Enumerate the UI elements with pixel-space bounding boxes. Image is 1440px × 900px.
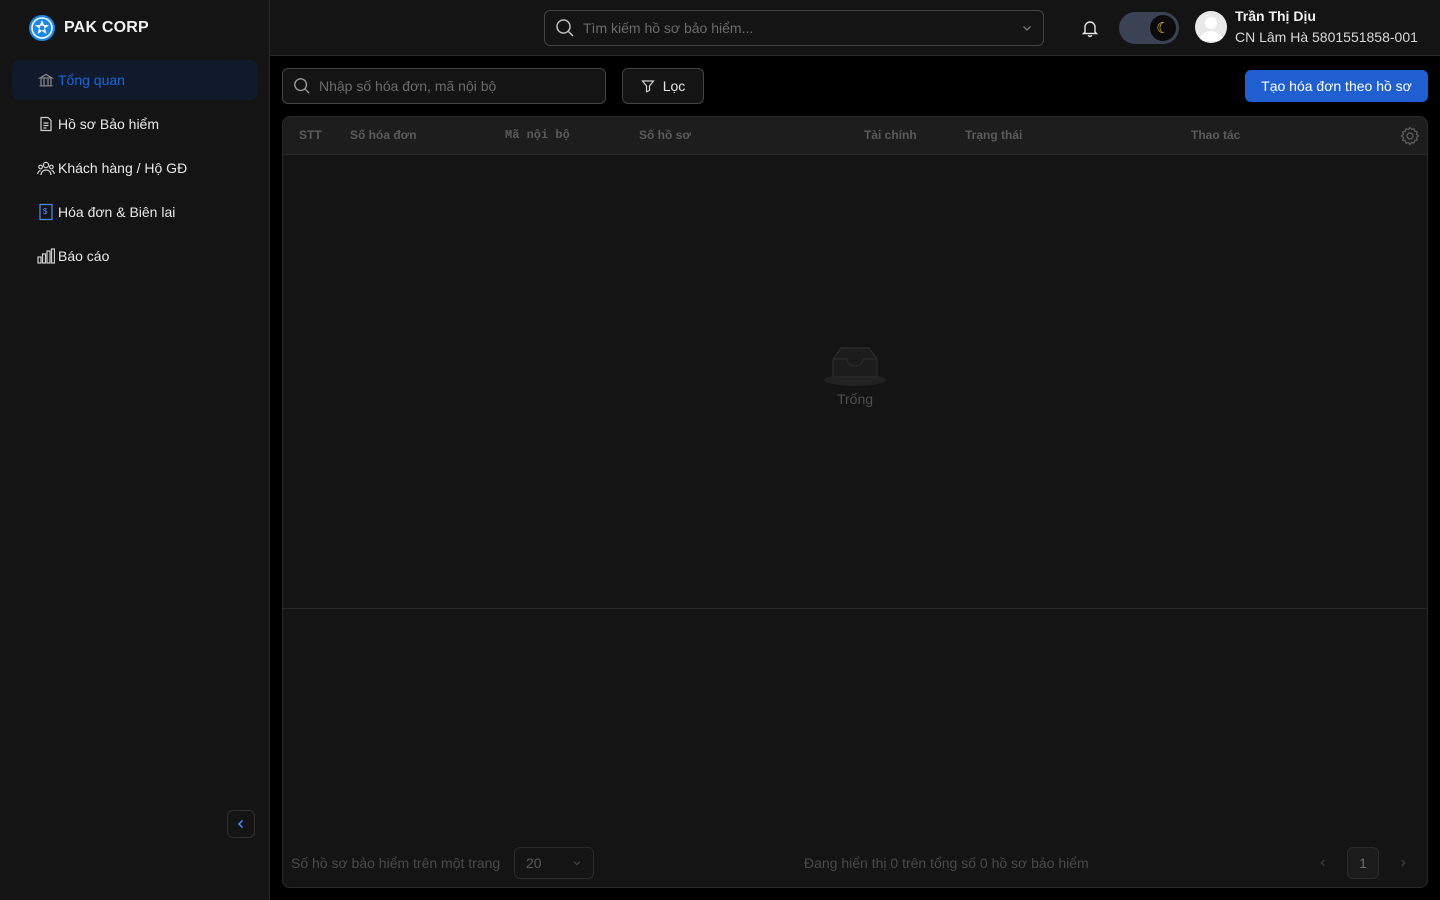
page-size-label: Số hồ sơ bảo hiểm trên một trang bbox=[291, 855, 501, 871]
page-size-select[interactable]: 20 bbox=[514, 847, 594, 879]
pagination-summary: Đang hiển thị 0 trên tổng số 0 hồ sơ bảo… bbox=[804, 855, 1089, 871]
invoice-search[interactable] bbox=[282, 68, 606, 104]
users-icon bbox=[36, 158, 56, 178]
empty-inbox-icon bbox=[824, 347, 886, 386]
sidebar-item-reports[interactable]: Báo cáo bbox=[12, 236, 258, 276]
user-icon bbox=[1199, 17, 1223, 41]
sidebar-item-customers[interactable]: Khách hàng / Hộ GĐ bbox=[12, 148, 258, 188]
user-organization: CN Lâm Hà 5801551858-001 bbox=[1235, 29, 1418, 45]
filter-icon bbox=[640, 80, 655, 93]
filter-button-label: Lọc bbox=[662, 78, 686, 94]
chevron-left-icon bbox=[237, 819, 244, 829]
search-icon bbox=[294, 78, 310, 94]
chevron-down-icon bbox=[1023, 26, 1031, 31]
chevron-down-icon bbox=[573, 861, 581, 866]
notifications-button[interactable] bbox=[1078, 16, 1102, 40]
brand[interactable]: PAK CORP bbox=[28, 14, 149, 42]
chevron-left-icon bbox=[1320, 859, 1325, 867]
top-header: ☾ Trần Thị Dịu CN Lâm Hà 5801551858-001 bbox=[270, 0, 1440, 56]
user-menu[interactable]: Trần Thị Dịu CN Lâm Hà 5801551858-001 bbox=[1195, 6, 1418, 48]
sidebar-item-label: Tổng quan bbox=[58, 72, 125, 88]
bell-icon bbox=[1081, 21, 1099, 38]
page-size-value: 20 bbox=[526, 855, 542, 871]
sidebar: PAK CORP Tổng quan Hồ sơ Bảo hiểm Khách … bbox=[0, 0, 270, 900]
sidebar-item-invoices[interactable]: $ Hóa đơn & Biên lai bbox=[12, 192, 258, 232]
previous-page-button[interactable] bbox=[1307, 847, 1339, 879]
create-invoice-button[interactable]: Tạo hóa đơn theo hồ sơ bbox=[1245, 70, 1428, 102]
sidebar-collapse-button[interactable] bbox=[227, 810, 255, 838]
avatar bbox=[1195, 11, 1227, 43]
column-header-actions[interactable]: Thao tác bbox=[1191, 128, 1240, 142]
column-header-invoice-number[interactable]: Số hóa đơn bbox=[350, 128, 417, 142]
sidebar-item-insurance-records[interactable]: Hồ sơ Bảo hiểm bbox=[12, 104, 258, 144]
pak-corp-logo-icon bbox=[29, 15, 55, 41]
document-icon bbox=[36, 114, 56, 134]
theme-toggle[interactable]: ☾ bbox=[1119, 12, 1179, 44]
column-header-finance[interactable]: Tài chính bbox=[864, 128, 917, 142]
sidebar-nav: Tổng quan Hồ sơ Bảo hiểm Khách hàng / Hộ… bbox=[12, 60, 258, 280]
moon-icon: ☾ bbox=[1150, 15, 1176, 41]
next-page-button[interactable] bbox=[1387, 847, 1419, 879]
sidebar-item-overview[interactable]: Tổng quan bbox=[12, 60, 258, 100]
chevron-right-icon bbox=[1401, 859, 1406, 867]
global-search[interactable] bbox=[544, 10, 1044, 46]
sidebar-item-label: Hóa đơn & Biên lai bbox=[58, 204, 176, 220]
invoices-table: STT Số hóa đơn Mã nội bộ Số hồ sơ Tài ch… bbox=[282, 116, 1428, 888]
empty-state: Trống bbox=[283, 345, 1427, 407]
page-number-current[interactable]: 1 bbox=[1347, 847, 1379, 879]
bank-icon bbox=[36, 70, 56, 90]
global-search-input[interactable] bbox=[583, 20, 1021, 36]
table-body: Trống bbox=[283, 155, 1427, 609]
sidebar-item-label: Báo cáo bbox=[58, 248, 110, 264]
sidebar-item-label: Hồ sơ Bảo hiểm bbox=[58, 116, 160, 132]
gear-icon[interactable] bbox=[1399, 125, 1421, 147]
receipt-icon: $ bbox=[36, 202, 56, 222]
column-header-stt[interactable]: STT bbox=[299, 128, 322, 142]
sidebar-item-label: Khách hàng / Hộ GĐ bbox=[58, 160, 188, 176]
column-header-record-number[interactable]: Số hồ sơ bbox=[639, 128, 691, 142]
column-header-internal-code[interactable]: Mã nội bộ bbox=[505, 128, 570, 142]
column-header-status[interactable]: Trạng thái bbox=[965, 128, 1022, 142]
pagination: Số hồ sơ bảo hiểm trên một trang 20 Đang… bbox=[283, 843, 1427, 887]
svg-text:$: $ bbox=[43, 207, 48, 216]
user-name: Trần Thị Dịu bbox=[1235, 8, 1316, 24]
invoice-search-input[interactable] bbox=[319, 78, 595, 94]
bar-chart-icon bbox=[36, 246, 56, 266]
empty-state-text: Trống bbox=[836, 391, 874, 407]
brand-name: PAK CORP bbox=[64, 19, 149, 36]
filter-button[interactable]: Lọc bbox=[622, 68, 704, 104]
table-header: STT Số hóa đơn Mã nội bộ Số hồ sơ Tài ch… bbox=[283, 117, 1427, 155]
search-icon bbox=[556, 19, 574, 37]
